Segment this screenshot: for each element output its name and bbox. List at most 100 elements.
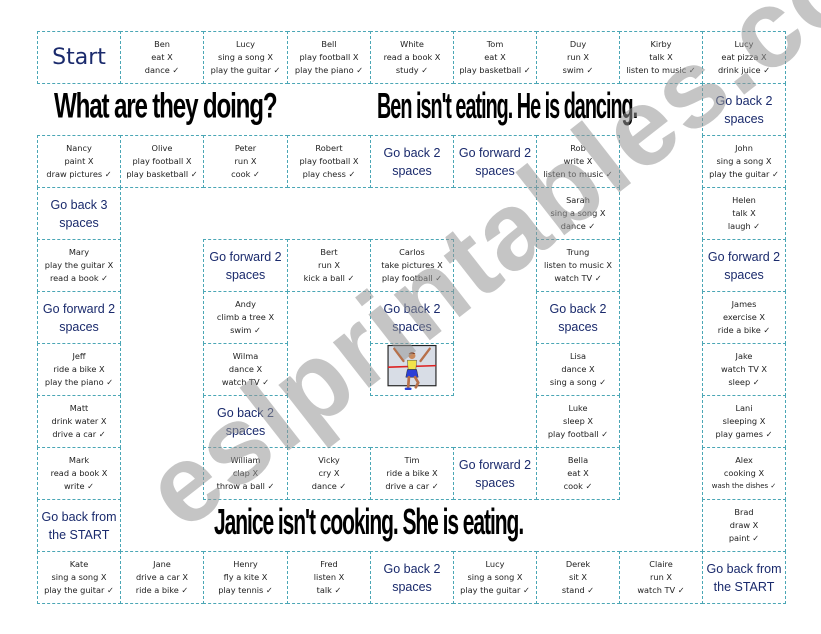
- doing-activity: swim ✓: [230, 325, 261, 335]
- not-doing-activity: read a book X: [50, 468, 108, 478]
- not-doing-activity: eat X: [151, 52, 173, 62]
- instruction-line1: Go forward 2: [42, 301, 116, 316]
- not-doing-activity: talk X: [732, 208, 756, 218]
- heading-question: What are they doing?: [54, 85, 278, 126]
- board-space-lucy-1: Lucy sing a song X play the guitar ✓: [203, 31, 288, 84]
- board-space-vicky: Vicky cry X dance ✓: [287, 447, 371, 500]
- board-space-claire: Claire run X watch TV ✓: [619, 551, 703, 604]
- not-doing-activity: run X: [567, 52, 589, 62]
- doing-activity: sleep ✓: [728, 377, 760, 387]
- person-name: Lani: [735, 403, 753, 413]
- doing-activity: drink juice ✓: [717, 65, 771, 75]
- instruction-line2: spaces: [392, 163, 432, 178]
- person-name: Mark: [68, 455, 90, 465]
- instruction-line2: spaces: [392, 319, 432, 334]
- board-space-go-back-2-a: Go back 2 spaces: [702, 83, 786, 136]
- doing-activity: kick a ball ✓: [303, 273, 355, 283]
- instruction-line1: Go forward 2: [458, 457, 532, 472]
- doing-activity: play the piano ✓: [294, 65, 364, 75]
- not-doing-activity: sing a song X: [550, 208, 606, 218]
- doing-activity: talk ✓: [316, 585, 342, 595]
- instruction-line2: the START: [713, 579, 775, 594]
- doing-activity: play basketball ✓: [126, 169, 198, 179]
- doing-activity: play games ✓: [715, 429, 773, 439]
- instruction-line1: Go back 2: [383, 301, 441, 316]
- instruction-line1: Go back from: [41, 509, 117, 524]
- person-name: Brad: [734, 507, 754, 517]
- board-space-go-back-start-b: Go back from the START: [702, 551, 786, 604]
- person-name: Jake: [735, 351, 753, 361]
- person-name: Bell: [321, 39, 337, 49]
- not-doing-activity: write X: [563, 156, 593, 166]
- doing-activity: stand ✓: [561, 585, 595, 595]
- not-doing-activity: drive a car X: [135, 572, 189, 582]
- board-space-carlos: Carlos take pictures X play football ✓: [370, 239, 454, 292]
- instruction-line2: spaces: [225, 267, 266, 282]
- board-space-white: White read a book X study ✓: [370, 31, 454, 84]
- board-space-sarah: Sarah sing a song X dance ✓: [536, 187, 620, 240]
- doing-activity: play chess ✓: [302, 169, 356, 179]
- doing-activity: dance ✓: [560, 221, 596, 231]
- board-game: What are they doing? Ben isn't eating. H…: [0, 0, 821, 634]
- board-space-robert: Robert play football X play chess ✓: [287, 135, 371, 188]
- instruction-line2: the START: [48, 527, 110, 542]
- not-doing-activity: read a book X: [383, 52, 441, 62]
- heading-example-janice: Janice isn't cooking. She is eating.: [214, 502, 524, 543]
- person-name: Helen: [732, 195, 756, 205]
- doing-activity: cook ✓: [231, 169, 260, 179]
- doing-activity: read a book ✓: [49, 273, 109, 283]
- person-name: Fred: [320, 559, 338, 569]
- person-name: Nancy: [66, 143, 92, 153]
- not-doing-activity: dance X: [228, 364, 263, 374]
- board-space-go-back-2-d: Go back 2 spaces: [536, 291, 620, 344]
- doing-activity: play the guitar ✓: [709, 169, 779, 179]
- doing-activity: draw pictures ✓: [46, 169, 112, 179]
- instruction-line1: Go back 2: [549, 301, 607, 316]
- board-space-go-back-2-f: Go back 2 spaces: [370, 551, 454, 604]
- doing-activity: ride a bike ✓: [717, 325, 771, 335]
- not-doing-activity: play the guitar X: [44, 260, 114, 270]
- not-doing-activity: climb a tree X: [216, 312, 275, 322]
- doing-activity: dance ✓: [311, 481, 347, 491]
- doing-activity: play football ✓: [547, 429, 609, 439]
- person-name: John: [735, 143, 753, 153]
- board-space-tim: Tim ride a bike X drive a car ✓: [370, 447, 454, 500]
- board-space-finish: [370, 343, 454, 396]
- person-name: Vicky: [318, 455, 340, 465]
- not-doing-activity: watch TV X: [720, 364, 768, 374]
- instruction-line2: spaces: [475, 475, 515, 490]
- doing-activity: play the guitar ✓: [210, 65, 281, 75]
- not-doing-activity: dance X: [561, 364, 595, 374]
- person-name: Kirby: [650, 39, 672, 49]
- board-space-go-forward-2-e: Go forward 2 spaces: [453, 447, 537, 500]
- board-space-henry: Henry fly a kite X play tennis ✓: [203, 551, 288, 604]
- not-doing-activity: ride a bike X: [53, 364, 105, 374]
- person-name: Lucy: [734, 39, 754, 49]
- person-name: Andy: [235, 299, 256, 309]
- not-doing-activity: paint X: [64, 156, 94, 166]
- board-space-bert: Bert run X kick a ball ✓: [287, 239, 371, 292]
- board-space-go-back-2-c: Go back 2 spaces: [370, 291, 454, 344]
- board-space-mark: Mark read a book X write ✓: [37, 447, 121, 500]
- doing-activity: swim ✓: [562, 65, 594, 75]
- doing-activity: play the piano ✓: [44, 377, 114, 387]
- board-space-john: John sing a song X play the guitar ✓: [702, 135, 786, 188]
- instruction-line1: Go back 2: [715, 93, 773, 108]
- doing-activity: study ✓: [395, 65, 429, 75]
- instruction-line1: Go forward 2: [707, 249, 781, 264]
- doing-activity: wash the dishes ✓: [711, 482, 777, 490]
- not-doing-activity: fly a kite X: [223, 572, 268, 582]
- not-doing-activity: eat X: [484, 52, 506, 62]
- instruction-line2: spaces: [59, 319, 99, 334]
- not-doing-activity: sit X: [569, 572, 587, 582]
- doing-activity: play tennis ✓: [218, 585, 273, 595]
- not-doing-activity: eat X: [567, 468, 589, 478]
- board-space-duy: Duy run X swim ✓: [536, 31, 620, 84]
- doing-activity: watch TV ✓: [554, 273, 602, 283]
- board-space-go-back-start-a: Go back from the START: [37, 499, 121, 552]
- not-doing-activity: sing a song X: [217, 52, 274, 62]
- person-name: Tim: [404, 455, 420, 465]
- not-doing-activity: drink water X: [51, 416, 107, 426]
- person-name: Lisa: [569, 351, 587, 361]
- doing-activity: throw a ball ✓: [216, 481, 275, 491]
